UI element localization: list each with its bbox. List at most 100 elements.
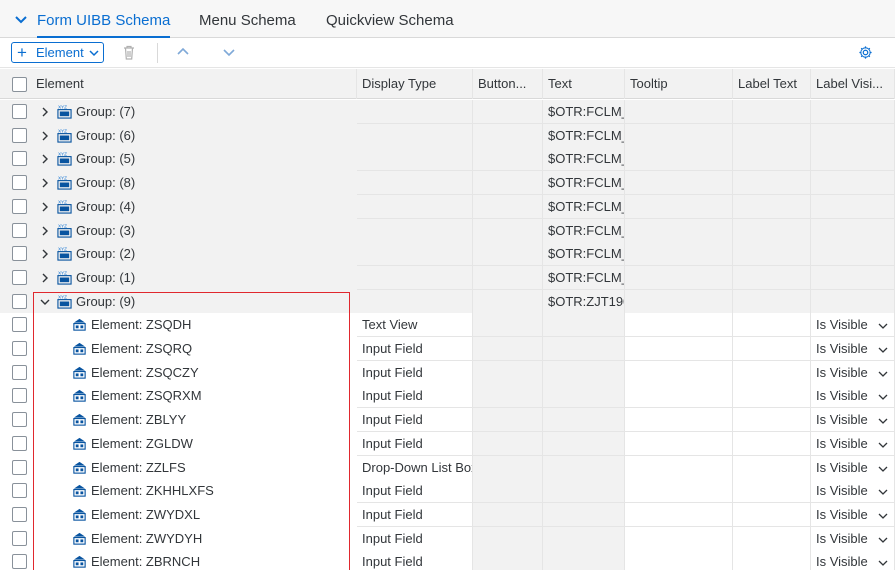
table-row-element[interactable]: Element: ZSQCZY Input Field Is Visible <box>0 360 895 385</box>
cell-text[interactable]: $OTR:FCLM_ <box>543 218 625 243</box>
cell-label-text[interactable] <box>733 408 811 433</box>
cell-button[interactable] <box>473 502 543 527</box>
cell-display-type[interactable] <box>357 147 473 172</box>
cell-display-type[interactable]: Input Field <box>357 431 473 456</box>
label-visibility-dropdown[interactable]: Is Visible <box>811 455 895 480</box>
column-header-label-text[interactable]: Label Text <box>733 69 811 99</box>
cell-display-type[interactable] <box>357 100 473 124</box>
collapse-chevron-icon[interactable] <box>14 13 28 27</box>
cell-text[interactable] <box>543 408 625 433</box>
row-select-checkbox[interactable] <box>12 127 27 143</box>
row-select-checkbox[interactable] <box>12 246 27 262</box>
table-row-group[interactable]: XYZ Group: (2) $OTR:FCLM_ <box>0 242 895 267</box>
cell-label-visibility[interactable] <box>811 147 895 172</box>
cell-text[interactable] <box>543 479 625 504</box>
tab-form-uibb-schema[interactable]: Form UIBB Schema <box>37 0 171 39</box>
chevron-down-icon[interactable] <box>877 392 889 402</box>
cell-text[interactable]: $OTR:FCLM_ <box>543 265 625 290</box>
cell-label-text[interactable] <box>733 313 811 338</box>
cell-label-visibility[interactable] <box>811 242 895 267</box>
cell-text[interactable] <box>543 502 625 527</box>
label-visibility-dropdown[interactable]: Is Visible <box>811 337 895 361</box>
cell-label-text[interactable] <box>733 431 811 456</box>
cell-text[interactable]: $OTR:FCLM_ <box>543 147 625 172</box>
cell-tooltip[interactable] <box>625 384 733 409</box>
table-row-element[interactable]: Element: ZKHHLXFS Input Field Is Visible <box>0 479 895 504</box>
cell-label-visibility[interactable] <box>811 100 895 124</box>
row-select-checkbox[interactable] <box>12 151 27 167</box>
cell-button[interactable] <box>473 218 543 243</box>
cell-label-text[interactable] <box>733 384 811 409</box>
chevron-right-icon[interactable] <box>39 225 51 237</box>
cell-button[interactable] <box>473 123 543 148</box>
cell-button[interactable] <box>473 100 543 124</box>
cell-button[interactable] <box>473 289 543 314</box>
cell-label-text[interactable] <box>733 502 811 527</box>
row-select-checkbox[interactable] <box>12 175 27 191</box>
cell-display-type[interactable] <box>357 289 473 314</box>
cell-display-type[interactable]: Input Field <box>357 384 473 409</box>
cell-text[interactable] <box>543 313 625 338</box>
add-element-button[interactable]: + Element <box>11 42 104 63</box>
row-select-checkbox[interactable] <box>12 364 27 380</box>
cell-button[interactable] <box>473 147 543 172</box>
table-row-element[interactable]: Element: ZSQRQ Input Field Is Visible <box>0 337 895 361</box>
column-header-element[interactable]: Element <box>31 69 357 99</box>
cell-display-type[interactable]: Input Field <box>357 337 473 361</box>
cell-text[interactable] <box>543 526 625 551</box>
cell-label-text[interactable] <box>733 360 811 385</box>
cell-text[interactable] <box>543 455 625 480</box>
label-visibility-dropdown[interactable]: Is Visible <box>811 479 895 504</box>
chevron-down-icon[interactable] <box>877 440 889 450</box>
cell-label-visibility[interactable] <box>811 265 895 290</box>
cell-display-type[interactable] <box>357 123 473 148</box>
cell-tooltip[interactable] <box>625 147 733 172</box>
cell-tooltip[interactable] <box>625 337 733 361</box>
cell-button[interactable] <box>473 431 543 456</box>
arrow-up-icon[interactable] <box>176 46 190 58</box>
table-row-group[interactable]: XYZ Group: (8) $OTR:FCLM_ <box>0 171 895 196</box>
cell-label-text[interactable] <box>733 171 811 196</box>
cell-label-text[interactable] <box>733 242 811 267</box>
row-select-checkbox[interactable] <box>12 388 27 404</box>
chevron-down-icon[interactable] <box>877 464 889 474</box>
cell-button[interactable] <box>473 526 543 551</box>
table-row-element[interactable]: Element: ZBRNCH Input Field Is Visible <box>0 550 895 570</box>
cell-button[interactable] <box>473 194 543 219</box>
label-visibility-dropdown[interactable]: Is Visible <box>811 408 895 433</box>
cell-button[interactable] <box>473 479 543 504</box>
cell-tooltip[interactable] <box>625 526 733 551</box>
cell-text[interactable] <box>543 337 625 361</box>
row-select-checkbox[interactable] <box>12 412 27 428</box>
arrow-down-icon[interactable] <box>222 46 236 58</box>
row-select-checkbox[interactable] <box>12 198 27 214</box>
cell-display-type[interactable] <box>357 265 473 290</box>
cell-label-visibility[interactable] <box>811 194 895 219</box>
cell-label-visibility[interactable] <box>811 289 895 314</box>
table-row-group[interactable]: XYZ Group: (4) $OTR:FCLM_ <box>0 194 895 219</box>
chevron-down-icon[interactable] <box>39 296 51 308</box>
chevron-right-icon[interactable] <box>39 272 51 284</box>
cell-display-type[interactable]: Input Field <box>357 360 473 385</box>
cell-display-type[interactable] <box>357 194 473 219</box>
cell-tooltip[interactable] <box>625 408 733 433</box>
cell-text[interactable] <box>543 550 625 570</box>
cell-label-text[interactable] <box>733 550 811 570</box>
table-row-element[interactable]: Element: ZGLDW Input Field Is Visible <box>0 431 895 456</box>
column-header-tooltip[interactable]: Tooltip <box>625 69 733 99</box>
chevron-right-icon[interactable] <box>39 201 51 213</box>
trash-icon[interactable] <box>122 45 136 60</box>
cell-button[interactable] <box>473 455 543 480</box>
label-visibility-dropdown[interactable]: Is Visible <box>811 550 895 570</box>
cell-tooltip[interactable] <box>625 313 733 338</box>
cell-tooltip[interactable] <box>625 431 733 456</box>
row-select-checkbox[interactable] <box>12 317 27 333</box>
table-row-element[interactable]: Element: ZZLFS Drop-Down List Box Is Visib… <box>0 455 895 480</box>
table-row-group[interactable]: XYZ Group: (1) $OTR:FCLM_ <box>0 265 895 290</box>
cell-display-type[interactable]: Input Field <box>357 550 473 570</box>
label-visibility-dropdown[interactable]: Is Visible <box>811 360 895 385</box>
cell-label-text[interactable] <box>733 479 811 504</box>
cell-tooltip[interactable] <box>625 289 733 314</box>
label-visibility-dropdown[interactable]: Is Visible <box>811 313 895 338</box>
cell-display-type[interactable]: Input Field <box>357 526 473 551</box>
